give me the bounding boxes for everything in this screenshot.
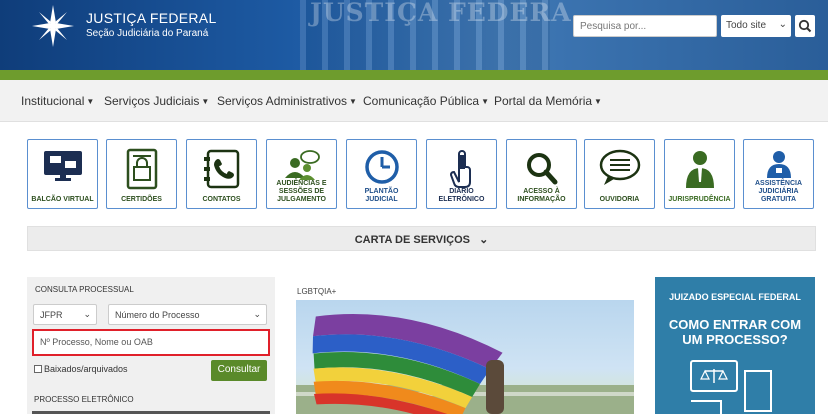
judge-icon (685, 151, 714, 188)
search-type-value: Número do Processo (115, 310, 200, 320)
chevron-down-icon: ⌄ (253, 309, 261, 319)
caret-down-icon: ▼ (594, 97, 602, 106)
tile-balcao-virtual[interactable]: BALCÃO VIRTUAL (27, 139, 98, 209)
tile-assistencia-judiciaria[interactable]: ASSISTÊNCIA JUDICIÁRIA GRATUITA (743, 139, 814, 209)
tile-label: PLANTÃO JUDICIAL (364, 188, 399, 203)
uf-select[interactable]: JFPR ⌄ (33, 304, 97, 325)
chevron-down-icon: ⌄ (778, 19, 787, 30)
nav-item-label: Comunicação Pública (363, 94, 480, 108)
tile-label: OUVIDORIA (599, 196, 640, 203)
search-type-select[interactable]: Número do Processo ⌄ (108, 304, 267, 325)
nav-item-label: Serviços Administrativos (217, 94, 348, 108)
nav-item-comunicacao-publica[interactable]: Comunicação Pública ▼ (363, 94, 489, 108)
uf-select-value: JFPR (40, 310, 63, 320)
certificate-icon (126, 148, 157, 190)
tile-label: ACESSO À INFORMAÇÃO (517, 188, 566, 203)
tile-jurisprudencia[interactable]: JURISPRUDÊNCIA (664, 139, 735, 209)
nav-item-portal-da-memoria[interactable]: Portal da Memória ▼ (494, 94, 602, 108)
caret-down-icon: ▼ (481, 97, 489, 106)
news-photo-rainbow-flag[interactable] (296, 300, 634, 414)
nav-item-servicos-judiciais[interactable]: Serviços Judiciais ▼ (104, 94, 209, 108)
clock-icon (364, 150, 399, 184)
caret-down-icon: ▼ (86, 97, 95, 106)
tile-label: AUDIÊNCIAS E SESSÕES DE JULGAMENTO (276, 180, 327, 203)
jef-question-line1: COMO ENTRAR COM (668, 317, 802, 332)
tile-label: JURISPRUDÊNCIA (668, 196, 731, 203)
tile-label: BALCÃO VIRTUAL (31, 196, 94, 203)
baixados-checkbox[interactable]: Baixados/arquivados (34, 364, 128, 374)
nav-item-servicos-administrativos[interactable]: Serviços Administrativos ▼ (217, 94, 357, 108)
search-scope-select[interactable]: Todo site ⌄ (721, 15, 791, 37)
tile-label: CONTATOS (202, 196, 241, 203)
tile-acesso-informacao[interactable]: ACESSO À INFORMAÇÃO (506, 139, 577, 209)
checkbox-box[interactable] (34, 365, 42, 373)
magnifier-icon (526, 153, 557, 185)
jef-banner[interactable]: JUIZADO ESPECIAL FEDERAL COMO ENTRAR COM… (655, 277, 815, 414)
process-search-input[interactable]: Nº Processo, Nome ou OAB (32, 329, 270, 356)
speech-bubble-icon (599, 149, 640, 185)
main-nav: Institucional ▼ Serviços Judiciais ▼ Servi… (0, 80, 828, 122)
process-search-placeholder: Nº Processo, Nome ou OAB (40, 337, 153, 347)
site-header: JUSTIÇA FEDERA JUSTIÇA FEDERAL Seção Jud… (0, 0, 828, 70)
jef-question: COMO ENTRAR COM UM PROCESSO? (655, 317, 815, 347)
jef-question-line2: UM PROCESSO? (682, 332, 788, 347)
caret-down-icon: ▼ (349, 97, 357, 106)
virtual-desk-icon (43, 151, 82, 181)
caret-down-icon: ▼ (201, 97, 210, 106)
search-scope-value: Todo site (726, 20, 767, 31)
chevron-down-icon: ⌄ (83, 309, 91, 319)
nav-item-label: Institucional (21, 94, 85, 108)
tile-audiencias[interactable]: AUDIÊNCIAS E SESSÕES DE JULGAMENTO (266, 139, 337, 209)
search-button[interactable] (795, 15, 815, 37)
brand-subtitle[interactable]: Seção Judiciária do Paraná (86, 28, 208, 39)
carta-label: CARTA DE SERVIÇOS (354, 234, 471, 246)
monitor-scales-icon (690, 360, 772, 414)
tile-label: ASSISTÊNCIA JUDICIÁRIA GRATUITA (754, 180, 803, 203)
search-icon (798, 19, 812, 33)
search-input[interactable]: Pesquisa por... (573, 15, 717, 37)
chevron-down-icon: ⌄ (479, 234, 489, 246)
tile-contatos[interactable]: CONTATOS (186, 139, 257, 209)
rainbow-flag-image (296, 313, 634, 414)
tile-ouvidoria[interactable]: OUVIDORIA (584, 139, 655, 209)
processo-eletronico-title: PROCESSO ELETRÔNICO (34, 395, 134, 404)
header-green-bar (0, 70, 828, 80)
brand-title[interactable]: JUSTIÇA FEDERAL (86, 10, 217, 26)
nav-item-label: Portal da Memória (494, 94, 593, 108)
tile-plantao-judicial[interactable]: PLANTÃO JUDICIAL (346, 139, 417, 209)
news-tag[interactable]: LGBTQIA+ (297, 287, 336, 296)
consulta-title: CONSULTA PROCESSUAL (35, 285, 134, 294)
tile-diario-eletronico[interactable]: DIÁRIO ELETRÔNICO (426, 139, 497, 209)
phone-contacts-icon (203, 149, 239, 189)
tile-label: DIÁRIO ELETRÔNICO (438, 188, 485, 203)
consulta-processual-panel: CONSULTA PROCESSUAL JFPR ⌄ Número do Pro… (27, 277, 275, 414)
touch-hand-icon (449, 150, 471, 188)
checkbox-label: Baixados/arquivados (44, 364, 128, 374)
nav-item-institucional[interactable]: Institucional ▼ (21, 94, 94, 108)
nav-item-label: Serviços Judiciais (104, 94, 200, 108)
carta-de-servicos-toggle[interactable]: CARTA DE SERVIÇOS ⌄ (27, 226, 816, 251)
tile-certidoes[interactable]: CERTIDÕES (106, 139, 177, 209)
building-facade-lettering: JUSTIÇA FEDERA (310, 0, 572, 27)
justica-federal-logo-icon[interactable] (30, 3, 76, 49)
jef-title: JUIZADO ESPECIAL FEDERAL (669, 292, 801, 302)
consultar-button[interactable]: Consultar (211, 360, 267, 381)
tile-label: CERTIDÕES (121, 196, 162, 203)
search-placeholder: Pesquisa por... (580, 21, 647, 32)
